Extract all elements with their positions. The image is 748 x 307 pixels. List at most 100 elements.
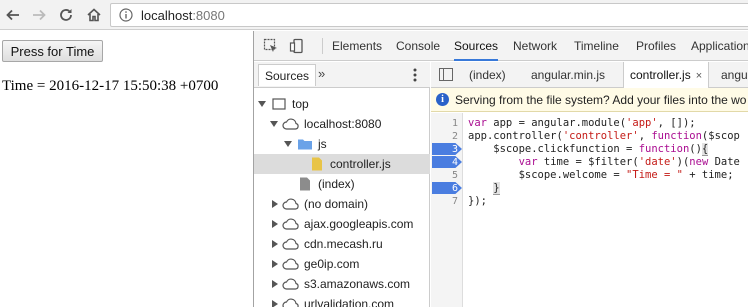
inspect-element-button[interactable] — [262, 37, 280, 55]
tab-network[interactable]: Network — [513, 31, 557, 61]
code-line-4[interactable]: var time = $filter('date')(new Date — [468, 156, 740, 169]
code-token: $scope.clickfunction = — [468, 143, 639, 155]
expand-triangle-icon — [284, 141, 292, 147]
breakpoint-marker[interactable]: 6 — [432, 182, 462, 194]
code-token: { — [701, 143, 709, 156]
code-line-6[interactable]: } — [468, 182, 500, 195]
tab-elements[interactable]: Elements — [332, 31, 382, 61]
editor-tab-index[interactable]: (index) — [469, 62, 506, 88]
tree-item-label: top — [292, 97, 309, 111]
tree-item-localhost[interactable]: localhost:8080 — [254, 114, 430, 134]
tree-item-label: controller.js — [330, 157, 391, 171]
device-toolbar-button[interactable] — [288, 37, 306, 55]
line-number-gutter[interactable]: 1 2 3 4 5 6 7 — [431, 113, 463, 307]
tree-item-urlvalidation[interactable]: urlvalidation.com — [254, 294, 430, 307]
devtools-tabbar: Elements Console Sources Network Timelin… — [254, 31, 748, 61]
tab-profiles[interactable]: Profiles — [636, 31, 676, 61]
inspect-cursor-icon — [263, 38, 277, 52]
code-token: 'date' — [638, 156, 677, 168]
line-number[interactable]: 1 — [428, 117, 458, 130]
navigator-tab-sources[interactable]: Sources — [258, 64, 317, 86]
cloud-icon — [282, 257, 300, 271]
tree-item-label: js — [318, 137, 327, 151]
cloud-icon — [282, 237, 300, 251]
url-host: localhost — [141, 8, 193, 23]
tree-item-top[interactable]: top — [254, 94, 430, 114]
tab-sources[interactable]: Sources — [454, 31, 499, 61]
address-url: localhost:8080 — [141, 8, 225, 23]
code-line-5[interactable]: $scope.welcome = "Time = " + time; — [468, 169, 734, 182]
source-editor: (index) angular.min.js controller.js × an… — [431, 62, 748, 307]
collapse-triangle-icon — [272, 260, 278, 268]
filesystem-infobar: i Serving from the file system? Add your… — [431, 88, 748, 112]
tree-item-label: urlvalidation.com — [304, 297, 395, 307]
code-token: , — [638, 130, 652, 142]
device-mode-icon — [289, 38, 303, 54]
code-line-7[interactable]: }); — [468, 195, 487, 208]
tree-item-label: localhost:8080 — [304, 117, 382, 131]
cloud-icon — [282, 297, 300, 307]
navigator-menu-button[interactable] — [410, 66, 420, 84]
line-number: 6 — [451, 183, 458, 194]
tree-item-js-folder[interactable]: js — [254, 134, 430, 154]
tree-item-no-domain[interactable]: (no domain) — [254, 194, 430, 214]
code-line-1[interactable]: var app = angular.module('app', []); — [468, 117, 696, 130]
cloud-icon — [282, 117, 300, 131]
close-tab-icon[interactable]: × — [696, 70, 702, 82]
tree-item-label: (no domain) — [304, 197, 369, 211]
url-port: :8080 — [192, 8, 225, 23]
code-token: }); — [468, 195, 487, 207]
home-button[interactable] — [83, 4, 105, 26]
page-content: Press for Time Time = 2016-12-17 15:50:3… — [0, 31, 253, 307]
tree-item-index[interactable]: (index) — [254, 174, 430, 194]
editor-tab-controller[interactable]: controller.js × — [623, 62, 710, 89]
code-line-3[interactable]: $scope.clickfunction = function(){ — [468, 143, 709, 156]
line-number[interactable]: 7 — [428, 195, 458, 208]
code-token: )( — [676, 156, 690, 168]
code-token: 'controller' — [562, 130, 639, 142]
line-number: 4 — [451, 157, 458, 168]
reload-button[interactable] — [55, 4, 77, 26]
page-info-icon[interactable] — [119, 8, 133, 22]
code-token: app.controller( — [468, 130, 563, 142]
breakpoint-marker[interactable]: 4 — [432, 156, 462, 168]
tree-item-ajax-googleapis[interactable]: ajax.googleapis.com — [254, 214, 430, 234]
code-token: var — [468, 117, 487, 129]
tree-item-s3-amazonaws[interactable]: s3.amazonaws.com — [254, 274, 430, 294]
editor-tab-label: controller.js — [630, 68, 691, 82]
collapse-triangle-icon — [272, 220, 278, 228]
collapse-triangle-icon — [272, 280, 278, 288]
toggle-navigator-button[interactable] — [439, 68, 453, 81]
code-token: ($scop — [701, 130, 740, 142]
expand-triangle-icon — [258, 101, 266, 107]
forward-button[interactable] — [28, 4, 50, 26]
tree-item-label: ajax.googleapis.com — [304, 217, 414, 231]
line-number[interactable]: 5 — [428, 169, 458, 182]
tree-item-controller-js[interactable]: controller.js — [254, 154, 430, 174]
tab-console[interactable]: Console — [396, 31, 440, 61]
tab-timeline[interactable]: Timeline — [574, 31, 619, 61]
press-for-time-button[interactable]: Press for Time — [2, 40, 103, 62]
code-token: function — [638, 143, 690, 155]
collapse-triangle-icon — [272, 200, 278, 208]
collapse-triangle-icon — [272, 300, 278, 307]
breakpoint-marker[interactable]: 3 — [432, 143, 462, 155]
forward-arrow-icon — [33, 9, 46, 21]
kebab-menu-icon — [413, 68, 417, 82]
back-arrow-icon — [6, 9, 19, 21]
reload-icon — [60, 9, 72, 21]
tree-item-label: ge0ip.com — [304, 257, 360, 271]
code-line-2[interactable]: app.controller('controller', function($s… — [468, 130, 740, 143]
tree-item-ge0ip[interactable]: ge0ip.com — [254, 254, 430, 274]
line-number[interactable]: 2 — [428, 130, 458, 143]
tab-application[interactable]: Application — [691, 31, 748, 61]
code-token: () — [689, 143, 702, 155]
code-token: } — [493, 182, 500, 195]
navigator-more-tabs-button[interactable]: » — [318, 66, 325, 81]
editor-tab-angula[interactable]: angula — [721, 62, 748, 88]
address-bar[interactable]: localhost:8080 — [110, 3, 748, 27]
tree-item-cdn-mecash[interactable]: cdn.mecash.ru — [254, 234, 430, 254]
back-button[interactable] — [2, 4, 24, 26]
editor-tab-angular-min[interactable]: angular.min.js — [531, 62, 605, 88]
